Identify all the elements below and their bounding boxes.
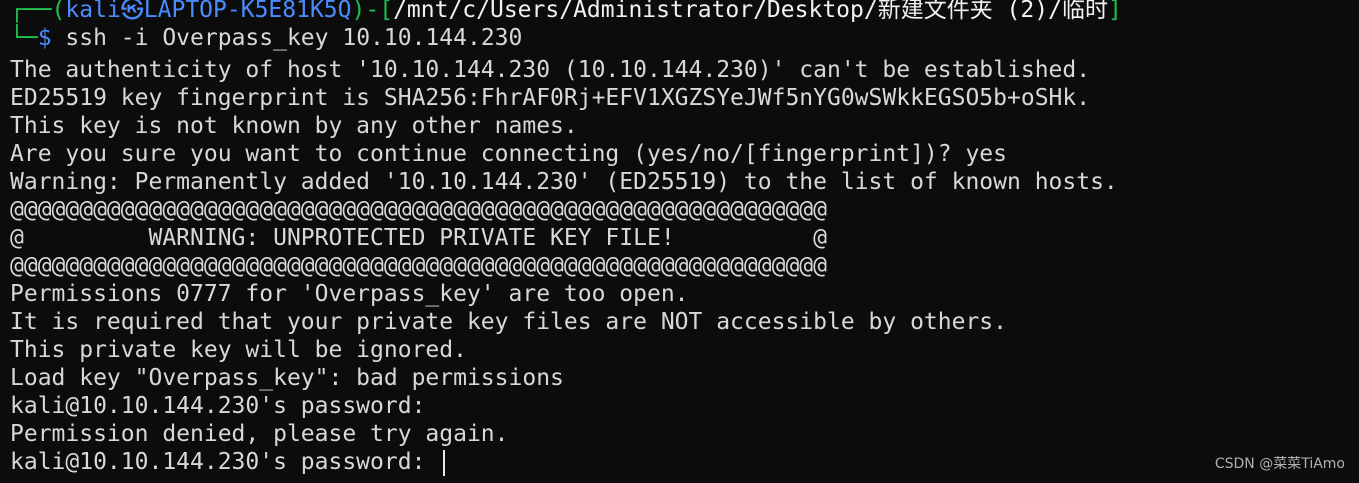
- output-line: The authenticity of host '10.10.144.230 …: [10, 57, 1091, 83]
- warning-banner-bottom: @@@@@@@@@@@@@@@@@@@@@@@@@@@@@@@@@@@@@@@@…: [10, 253, 827, 279]
- command-line: └─$ ssh -i Overpass_key 10.10.144.230: [10, 24, 1359, 52]
- warning-banner-top: @@@@@@@@@@@@@@@@@@@@@@@@@@@@@@@@@@@@@@@@…: [10, 197, 827, 223]
- output-line: Permissions 0777 for 'Overpass_key' are …: [10, 281, 689, 307]
- output-line: Are you sure you want to continue connec…: [10, 141, 1007, 167]
- output-line: This key is not known by any other names…: [10, 113, 578, 139]
- terminal-window[interactable]: ┌──(kali㉿LAPTOP-K5E81K5Q)-[/mnt/c/Users/…: [10, 0, 1359, 483]
- prompt-close-bracket: ]: [1107, 0, 1122, 23]
- password-prompt-text: kali@10.10.144.230's password:: [10, 449, 440, 475]
- prompt-separator: )-[: [351, 0, 394, 23]
- prompt-corner-top: ┌──: [10, 0, 52, 23]
- csdn-watermark: CSDN @菜菜TiAmo: [1214, 456, 1345, 472]
- text-cursor: [443, 449, 446, 476]
- output-line: Load key "Overpass_key": bad permissions: [10, 365, 564, 391]
- output-line: Warning: Permanently added '10.10.144.23…: [10, 169, 1118, 195]
- output-line: It is required that your private key fil…: [10, 309, 1007, 335]
- output-line: ED25519 key fingerprint is SHA256:FhrAF0…: [10, 85, 1091, 111]
- output-line: This private key will be ignored.: [10, 337, 467, 363]
- output-line: Permission denied, please try again.: [10, 421, 509, 447]
- prompt-host: LAPTOP-K5E81K5Q: [143, 0, 352, 23]
- password-prompt-line[interactable]: kali@10.10.144.230's password:: [10, 448, 1359, 476]
- command-text: ssh -i Overpass_key 10.10.144.230: [51, 25, 523, 51]
- prompt-at-icon: ㉿: [120, 0, 144, 23]
- prompt-open-paren: (: [51, 0, 66, 23]
- prompt-path: /mnt/c/Users/Administrator/Desktop/新建文件夹…: [393, 0, 1108, 23]
- prompt-header: ┌──(kali㉿LAPTOP-K5E81K5Q)-[/mnt/c/Users/…: [10, 0, 1359, 24]
- prompt-user: kali: [65, 0, 121, 23]
- output-line: kali@10.10.144.230's password:: [10, 393, 426, 419]
- prompt-dollar: $: [37, 25, 52, 51]
- prompt-corner-bottom: └─: [10, 25, 38, 51]
- warning-banner-text: @ WARNING: UNPROTECTED PRIVATE KEY FILE!…: [10, 225, 827, 251]
